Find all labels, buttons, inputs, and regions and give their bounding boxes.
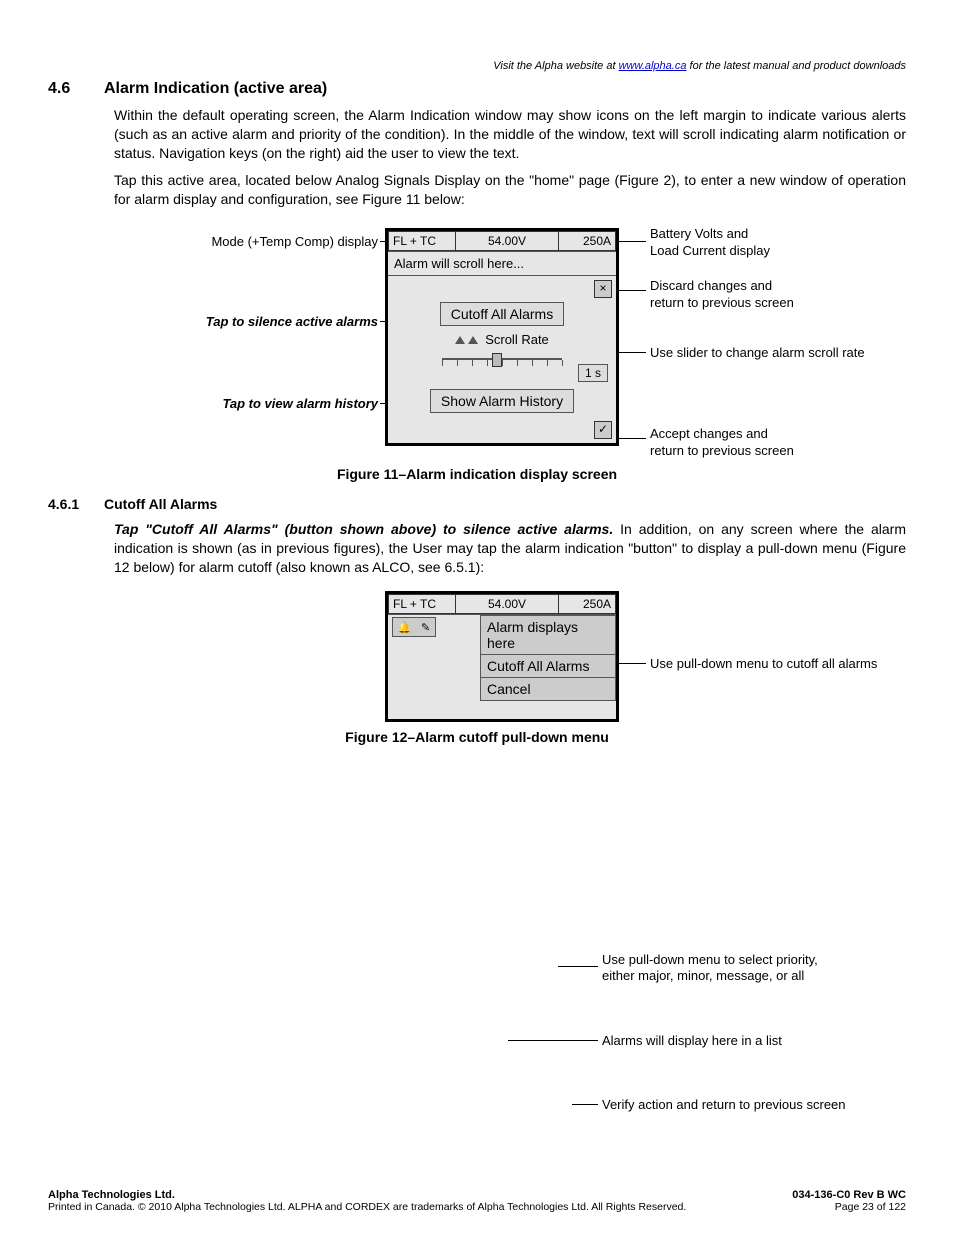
menu-item-cutoff[interactable]: Cutoff All Alarms — [481, 655, 616, 678]
lcd-panel-2: FL + TC 54.00V 250A 🔔✎ Alarm displays he… — [385, 591, 619, 722]
callout-alarm-list: Alarms will display here in a list — [602, 1033, 782, 1049]
lcd2-mode: FL + TC — [388, 594, 456, 614]
lcd2-amps: 250A — [558, 594, 616, 614]
callout-slider: Use slider to change alarm scroll rate — [650, 345, 865, 361]
subsection-title: Cutoff All Alarms — [104, 496, 217, 512]
header-note-pre: Visit the Alpha website at — [493, 60, 618, 72]
callout-history: Tap to view alarm history — [178, 396, 378, 412]
scroll-rate-label: Scroll Rate — [485, 332, 549, 347]
figure-11-caption: Figure 11–Alarm indication display scree… — [48, 466, 906, 482]
lcd-scroll-message: Alarm will scroll here... — [388, 252, 616, 275]
lcd-amps: 250A — [558, 231, 616, 251]
lcd-volts: 54.00V — [456, 231, 558, 251]
figure-11: Mode (+Temp Comp) display Tap to silence… — [48, 228, 908, 458]
section-number: 4.6 — [48, 80, 104, 98]
callout-battery: Battery Volts and Load Current display — [650, 226, 770, 259]
paragraph-1: Within the default operating screen, the… — [114, 106, 906, 163]
menu-item-alarm-display[interactable]: Alarm displays here — [481, 616, 616, 655]
lead-in-text: Tap "Cutoff All Alarms" (button shown ab… — [114, 521, 613, 537]
callout-verify: Verify action and return to previous scr… — [602, 1097, 846, 1113]
footer-doc: 034-136-C0 Rev B WC — [792, 1189, 906, 1201]
scroll-rate-slider[interactable] — [442, 351, 562, 367]
callout-silence: Tap to silence active alarms — [158, 314, 378, 330]
section-title: Alarm Indication (active area) — [104, 80, 327, 98]
header-note-link[interactable]: www.alpha.ca — [619, 60, 687, 72]
callout-priority: Use pull-down menu to select priority, e… — [602, 952, 818, 985]
page-footer: Alpha Technologies Ltd. 034-136-C0 Rev B… — [48, 1189, 906, 1213]
lcd2-volts: 54.00V — [456, 594, 558, 614]
footer-legal: Printed in Canada. © 2010 Alpha Technolo… — [48, 1201, 686, 1213]
show-history-button[interactable]: Show Alarm History — [430, 389, 574, 413]
alarm-icons: 🔔✎ — [392, 617, 436, 637]
menu-item-cancel[interactable]: Cancel — [481, 678, 616, 701]
cutoff-alarms-button[interactable]: Cutoff All Alarms — [440, 302, 564, 326]
figure-12-caption: Figure 12–Alarm cutoff pull-down menu — [48, 729, 906, 745]
lcd-topbar: FL + TC 54.00V 250A — [388, 231, 616, 252]
subsection-number: 4.6.1 — [48, 496, 104, 512]
wand-icon: ✎ — [421, 621, 430, 634]
scroll-rate-value: 1 s — [578, 364, 608, 382]
lcd-panel: FL + TC 54.00V 250A Alarm will scroll he… — [385, 228, 619, 446]
check-icon[interactable]: ✓ — [594, 421, 612, 439]
triangle-icon — [455, 336, 465, 344]
paragraph-3: Tap "Cutoff All Alarms" (button shown ab… — [114, 520, 906, 577]
header-note: Visit the Alpha website at www.alpha.ca … — [48, 60, 906, 72]
footer-company: Alpha Technologies Ltd. — [48, 1189, 175, 1201]
lcd-mode: FL + TC — [388, 231, 456, 251]
callout-accept: Accept changes and return to previous sc… — [650, 426, 794, 459]
close-icon[interactable]: × — [594, 280, 612, 298]
figure-12: FL + TC 54.00V 250A 🔔✎ Alarm displays he… — [48, 591, 908, 721]
callout-discard: Discard changes and return to previous s… — [650, 278, 794, 311]
callout-mode-display: Mode (+Temp Comp) display — [178, 234, 378, 250]
header-note-post: for the latest manual and product downlo… — [686, 60, 906, 72]
paragraph-2: Tap this active area, located below Anal… — [114, 171, 906, 209]
triangle-icon — [468, 336, 478, 344]
footer-page: Page 23 of 122 — [835, 1201, 906, 1213]
pulldown-menu: Alarm displays here Cutoff All Alarms Ca… — [480, 615, 616, 701]
callout-pulldown: Use pull-down menu to cutoff all alarms — [650, 656, 877, 672]
bell-icon: 🔔 — [398, 621, 412, 634]
scroll-rate-row: Scroll Rate — [394, 332, 610, 347]
